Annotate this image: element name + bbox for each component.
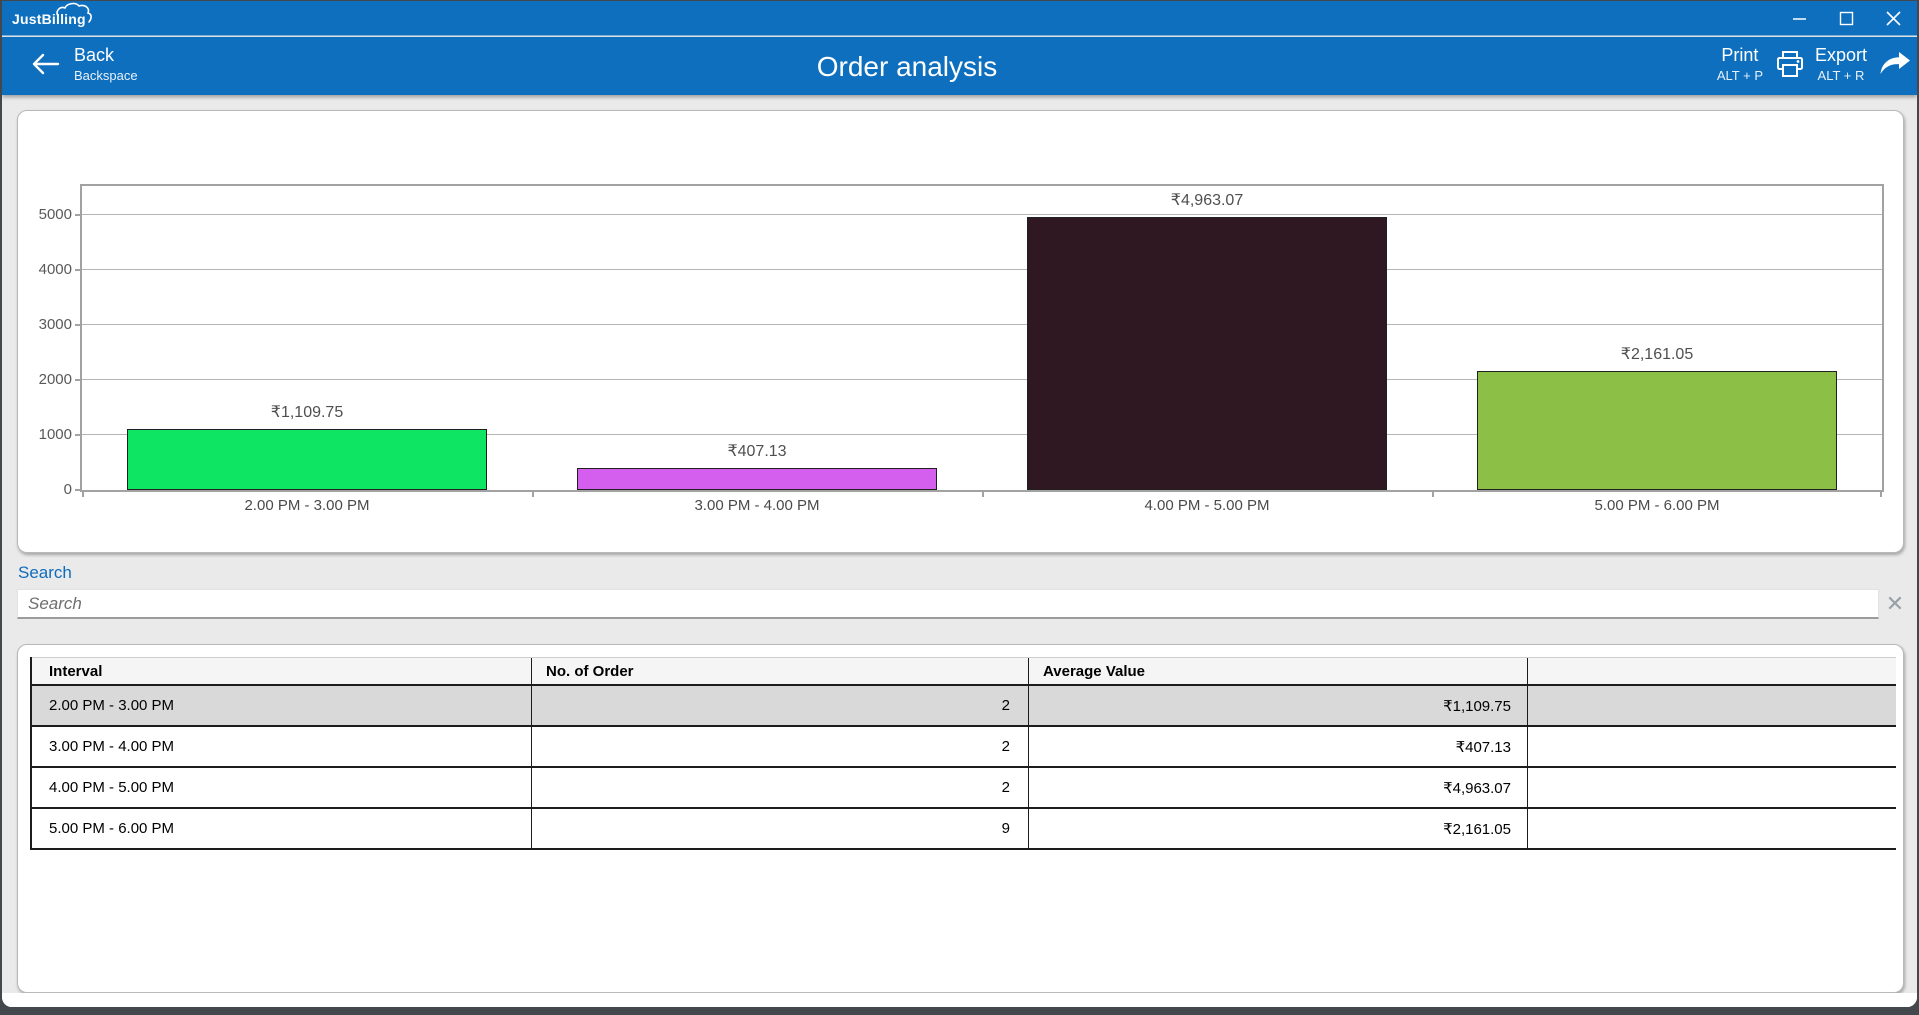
x-axis-tick-mark — [532, 490, 534, 497]
close-icon — [1886, 11, 1901, 26]
chart-bar — [577, 468, 937, 490]
x-axis-tick-mark — [982, 490, 984, 497]
orders-table: IntervalNo. of OrderAverage Value2.00 PM… — [30, 657, 1896, 850]
column-header-Average Value[interactable]: Average Value — [1029, 658, 1528, 684]
x-axis-tick-mark — [82, 490, 84, 497]
cell-order-count: 2 — [532, 686, 1029, 725]
x-axis-category-label: 4.00 PM - 5.00 PM — [982, 497, 1432, 514]
window-bottom-frame — [2, 993, 1917, 1007]
cell-interval: 3.00 PM - 4.00 PM — [32, 727, 532, 766]
bar-value-label: ₹4,963.07 — [1057, 190, 1357, 210]
chart-bar — [1477, 371, 1837, 490]
close-button[interactable] — [1870, 1, 1917, 36]
bar-value-label: ₹2,161.05 — [1507, 344, 1807, 364]
window-controls — [1776, 1, 1917, 36]
cell-average-value: ₹4,963.07 — [1029, 768, 1528, 807]
y-axis-tick-mark — [75, 434, 82, 436]
cell-blank — [1528, 809, 1896, 848]
page-content: 010002000300040005000₹1,109.752.00 PM - … — [2, 95, 1917, 1007]
gridline — [82, 269, 1882, 270]
table-header-row: IntervalNo. of OrderAverage Value — [32, 657, 1896, 686]
print-button[interactable]: Print ALT + P — [1717, 43, 1805, 84]
x-axis-category-label: 5.00 PM - 6.00 PM — [1432, 497, 1882, 514]
cell-average-value: ₹1,109.75 — [1029, 686, 1528, 725]
cell-blank — [1528, 727, 1896, 766]
x-axis-category-label: 2.00 PM - 3.00 PM — [82, 497, 532, 514]
back-arrow-icon — [30, 51, 60, 77]
y-axis-tick-label: 3000 — [12, 315, 72, 335]
bar-chart: 010002000300040005000₹1,109.752.00 PM - … — [80, 184, 1884, 492]
cell-average-value: ₹407.13 — [1029, 727, 1528, 766]
chart-bar — [1027, 217, 1387, 490]
maximize-icon — [1839, 11, 1854, 26]
clear-search-icon[interactable]: ✕ — [1882, 591, 1908, 617]
table-card: IntervalNo. of OrderAverage Value2.00 PM… — [17, 644, 1904, 993]
bar-value-label: ₹407.13 — [607, 441, 907, 461]
maximize-button[interactable] — [1823, 1, 1870, 36]
y-axis-tick-label: 5000 — [12, 205, 72, 225]
gridline — [82, 324, 1882, 325]
app-frame: JustBilling — [2, 1, 1917, 1007]
back-label: Back — [74, 43, 138, 67]
gridline — [82, 214, 1882, 215]
print-label: Print — [1717, 43, 1763, 67]
y-axis-tick-label: 4000 — [12, 260, 72, 280]
back-button[interactable]: Back Backspace — [30, 43, 138, 84]
export-button[interactable]: Export ALT + R — [1815, 43, 1911, 84]
minimize-icon — [1792, 11, 1807, 26]
cell-order-count: 2 — [532, 727, 1029, 766]
y-axis-tick-label: 2000 — [12, 370, 72, 390]
x-axis-tick-mark — [1432, 490, 1434, 497]
y-axis-tick-label: 0 — [12, 480, 72, 500]
command-bar: Back Backspace Order analysis Print ALT … — [2, 37, 1917, 95]
cell-blank — [1528, 686, 1896, 725]
minimize-button[interactable] — [1776, 1, 1823, 36]
share-icon — [1879, 51, 1911, 77]
x-axis-tick-mark — [1880, 490, 1882, 497]
cloud-icon — [52, 2, 104, 24]
title-bar: JustBilling — [2, 1, 1917, 36]
bar-value-label: ₹1,109.75 — [157, 402, 457, 422]
cell-order-count: 2 — [532, 768, 1029, 807]
y-axis-tick-mark — [75, 324, 82, 326]
table-row[interactable]: 3.00 PM - 4.00 PM2₹407.13 — [32, 727, 1896, 768]
x-axis-category-label: 3.00 PM - 4.00 PM — [532, 497, 982, 514]
y-axis-tick-mark — [75, 489, 82, 491]
chart-card: 010002000300040005000₹1,109.752.00 PM - … — [17, 110, 1904, 553]
cell-order-count: 9 — [532, 809, 1029, 848]
column-header-No. of Order[interactable]: No. of Order — [532, 658, 1029, 684]
column-header-Interval[interactable]: Interval — [32, 658, 532, 684]
cell-interval: 4.00 PM - 5.00 PM — [32, 768, 532, 807]
app-window: JustBilling — [0, 0, 1919, 1015]
chart-bar — [127, 429, 487, 490]
back-shortcut: Backspace — [74, 67, 138, 84]
y-axis-tick-mark — [75, 214, 82, 216]
y-axis-tick-mark — [75, 269, 82, 271]
app-logo: JustBilling — [12, 6, 104, 32]
table-row[interactable]: 5.00 PM - 6.00 PM9₹2,161.05 — [32, 809, 1896, 850]
column-header-blank[interactable] — [1528, 658, 1896, 684]
page-title: Order analysis — [817, 51, 998, 83]
y-axis-tick-label: 1000 — [12, 425, 72, 445]
y-axis-tick-mark — [75, 379, 82, 381]
cell-interval: 5.00 PM - 6.00 PM — [32, 809, 532, 848]
cell-interval: 2.00 PM - 3.00 PM — [32, 686, 532, 725]
export-label: Export — [1815, 43, 1867, 67]
cell-blank — [1528, 768, 1896, 807]
cell-average-value: ₹2,161.05 — [1029, 809, 1528, 848]
print-shortcut: ALT + P — [1717, 67, 1763, 84]
printer-icon — [1775, 50, 1805, 78]
search-input[interactable] — [17, 589, 1879, 619]
export-shortcut: ALT + R — [1815, 67, 1867, 84]
search-label[interactable]: Search — [18, 563, 72, 583]
table-row[interactable]: 4.00 PM - 5.00 PM2₹4,963.07 — [32, 768, 1896, 809]
table-row[interactable]: 2.00 PM - 3.00 PM2₹1,109.75 — [32, 686, 1896, 727]
